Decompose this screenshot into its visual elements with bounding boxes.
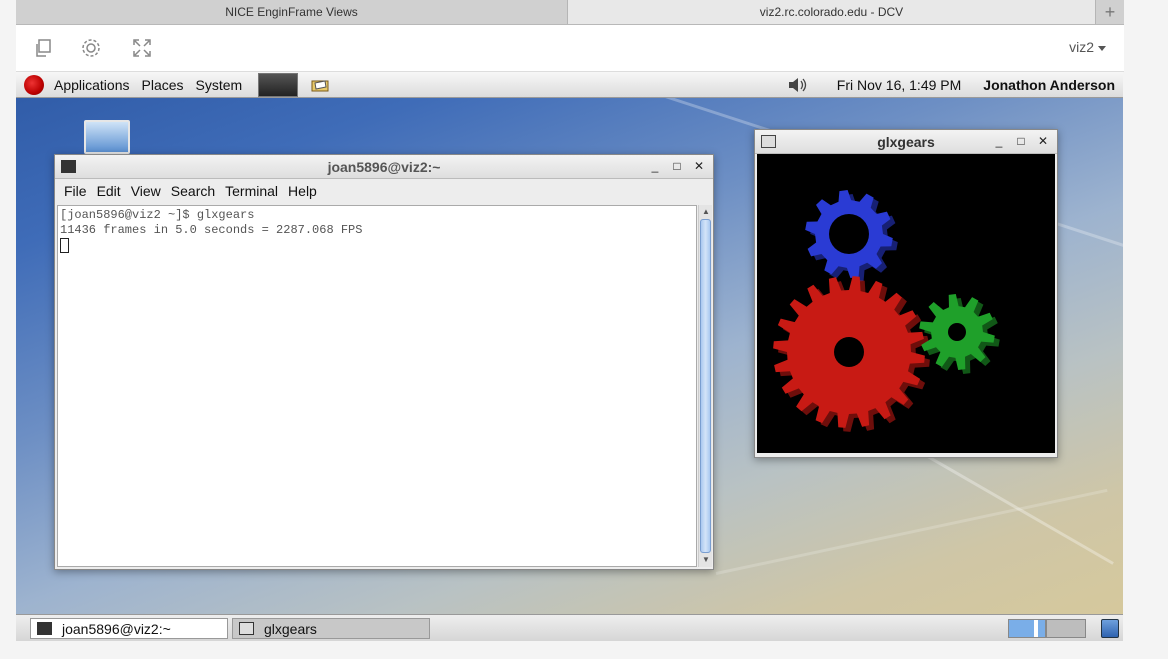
remote-desktop[interactable]: Applications Places System Fri Nov 16, 1… — [16, 72, 1123, 641]
panel-user-name[interactable]: Jonathon Anderson — [983, 77, 1115, 93]
tab-enginframe-views[interactable]: NICE EnginFrame Views — [16, 0, 568, 24]
text-cursor — [60, 238, 69, 253]
menu-file[interactable]: File — [59, 183, 92, 199]
terminal-output[interactable]: [joan5896@viz2 ~]$ glxgears 11436 frames… — [57, 205, 697, 567]
terminal-launcher-icon[interactable] — [258, 72, 299, 97]
panel-status-area: Fri Nov 16, 1:49 PM Jonathon Anderson — [787, 72, 1115, 98]
gears-render — [773, 190, 1000, 432]
minimize-button[interactable]: _ — [647, 158, 663, 174]
terminal-menubar: File Edit View Search Terminal Help — [55, 179, 713, 203]
menu-system[interactable]: System — [190, 77, 249, 93]
gnome-top-panel: Applications Places System Fri Nov 16, 1… — [16, 72, 1123, 98]
gear-hole — [829, 214, 869, 254]
tab-label: NICE EnginFrame Views — [225, 5, 358, 19]
gnome-bottom-panel: joan5896@viz2:~ glxgears — [16, 614, 1123, 641]
close-button[interactable]: ✕ — [691, 158, 707, 174]
menu-terminal[interactable]: Terminal — [220, 183, 283, 199]
scroll-thumb[interactable] — [700, 219, 711, 553]
new-tab-button[interactable]: + — [1096, 0, 1124, 24]
menu-places[interactable]: Places — [136, 77, 190, 93]
gear-hole — [948, 323, 966, 341]
taskbar-label: joan5896@viz2:~ — [62, 620, 171, 637]
window-icon — [761, 135, 776, 148]
green-gear — [919, 294, 1000, 374]
computer-desktop-icon[interactable] — [84, 120, 130, 154]
wallpaper-streak — [715, 488, 1108, 575]
maximize-button[interactable]: □ — [1013, 133, 1029, 149]
minimize-button[interactable]: _ — [991, 133, 1007, 149]
panel-clock[interactable]: Fri Nov 16, 1:49 PM — [837, 77, 962, 93]
glxgears-titlebar[interactable]: glxgears _ □ ✕ — [755, 130, 1057, 154]
fullscreen-icon[interactable] — [129, 35, 155, 61]
browser-tab-bar: NICE EnginFrame Views viz2.rc.colorado.e… — [16, 0, 1124, 25]
redhat-logo-icon — [24, 74, 44, 95]
caret-down-icon — [1098, 45, 1106, 51]
terminal-line: [joan5896@viz2 ~]$ glxgears — [60, 208, 255, 222]
scroll-down-icon[interactable]: ▼ — [701, 555, 711, 565]
taskbar-item-terminal[interactable]: joan5896@viz2:~ — [30, 618, 228, 639]
copy-icon[interactable] — [30, 35, 56, 61]
terminal-scrollbar[interactable]: ▲ ▼ — [698, 205, 712, 567]
taskbar-item-glxgears[interactable]: glxgears — [232, 618, 430, 639]
session-menu[interactable]: viz2 — [1069, 39, 1106, 55]
red-gear — [773, 276, 930, 432]
terminal-line: 11436 frames in 5.0 seconds = 2287.068 F… — [60, 223, 363, 237]
dcv-toolbar: viz2 — [16, 25, 1124, 72]
menu-view[interactable]: View — [126, 183, 166, 199]
scroll-up-icon[interactable]: ▲ — [701, 207, 711, 217]
terminal-window[interactable]: joan5896@viz2:~ _ □ ✕ File Edit View Sea… — [54, 154, 714, 570]
workspace-2[interactable] — [1046, 619, 1086, 638]
terminal-icon — [37, 622, 52, 635]
session-label: viz2 — [1069, 39, 1094, 55]
maximize-button[interactable]: □ — [669, 158, 685, 174]
trash-icon[interactable] — [1101, 619, 1119, 638]
taskbar-label: glxgears — [264, 620, 317, 637]
workspace-1[interactable] — [1008, 619, 1046, 638]
blue-gear — [805, 190, 898, 282]
menu-search[interactable]: Search — [166, 183, 220, 199]
close-button[interactable]: ✕ — [1035, 133, 1051, 149]
terminal-icon — [61, 160, 76, 173]
tab-dcv-session[interactable]: viz2.rc.colorado.edu - DCV — [568, 0, 1096, 24]
window-title: joan5896@viz2:~ — [327, 158, 441, 175]
editor-launcher-icon[interactable] — [308, 75, 332, 95]
glxgears-canvas[interactable] — [757, 154, 1055, 453]
volume-icon[interactable] — [787, 75, 811, 95]
gear-icon[interactable] — [78, 35, 104, 61]
tab-label: viz2.rc.colorado.edu - DCV — [759, 5, 904, 19]
glxgears-window[interactable]: glxgears _ □ ✕ — [754, 129, 1058, 458]
terminal-titlebar[interactable]: joan5896@viz2:~ _ □ ✕ — [55, 155, 713, 179]
window-title: glxgears — [877, 133, 935, 150]
menu-edit[interactable]: Edit — [92, 183, 126, 199]
menu-help[interactable]: Help — [283, 183, 322, 199]
dcv-browser-window: NICE EnginFrame Views viz2.rc.colorado.e… — [0, 0, 1168, 659]
window-icon — [239, 622, 254, 635]
menu-applications[interactable]: Applications — [48, 77, 136, 93]
gear-hole — [834, 337, 864, 367]
